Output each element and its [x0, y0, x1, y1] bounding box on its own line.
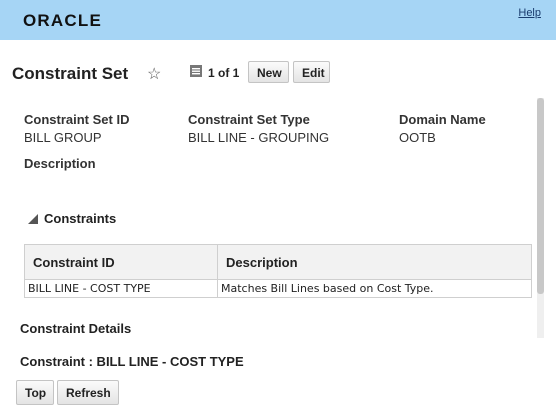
description-label: Description: [24, 156, 96, 171]
star-icon[interactable]: ☆: [147, 64, 161, 84]
domain-name-label: Domain Name: [399, 112, 486, 127]
table-row[interactable]: BILL LINE - COST TYPE Matches Bill Lines…: [24, 279, 532, 298]
document-icon: [190, 65, 202, 77]
new-button[interactable]: New: [248, 61, 289, 83]
scrollbar-thumb[interactable]: [537, 98, 544, 294]
top-button[interactable]: Top: [16, 380, 54, 405]
constraint-set-id-label: Constraint Set ID: [24, 112, 130, 127]
top-bar: ORACLE Help: [0, 0, 556, 40]
table-header-row: Constraint ID Description: [24, 244, 532, 280]
refresh-button[interactable]: Refresh: [57, 380, 119, 405]
constraint-set-type-value: BILL LINE - GROUPING: [188, 130, 330, 145]
constraint-set-type-label: Constraint Set Type: [188, 112, 310, 127]
column-header-description[interactable]: Description: [217, 244, 532, 280]
domain-name-value: OOTB: [399, 130, 436, 145]
constraints-table: Constraint ID Description BILL LINE - CO…: [24, 244, 532, 298]
help-link[interactable]: Help: [518, 7, 541, 19]
edit-button[interactable]: Edit: [293, 61, 330, 83]
constraint-details-title: Constraint Details: [20, 321, 132, 336]
constraints-section-header[interactable]: Constraints: [28, 211, 116, 226]
constraint-set-id-value: BILL GROUP: [24, 130, 102, 145]
column-header-constraint-id[interactable]: Constraint ID: [24, 244, 218, 280]
oracle-logo: ORACLE: [23, 11, 102, 30]
constraints-title: Constraints: [44, 211, 117, 226]
constraint-title: Constraint : BILL LINE - COST TYPE: [20, 354, 244, 369]
cell-constraint-id[interactable]: BILL LINE - COST TYPE: [24, 279, 218, 298]
page-title: Constraint Set: [12, 64, 129, 83]
cell-description: Matches Bill Lines based on Cost Type.: [217, 279, 532, 298]
triangle-down-icon[interactable]: [28, 214, 38, 224]
record-paging: 1 of 1: [208, 66, 240, 80]
